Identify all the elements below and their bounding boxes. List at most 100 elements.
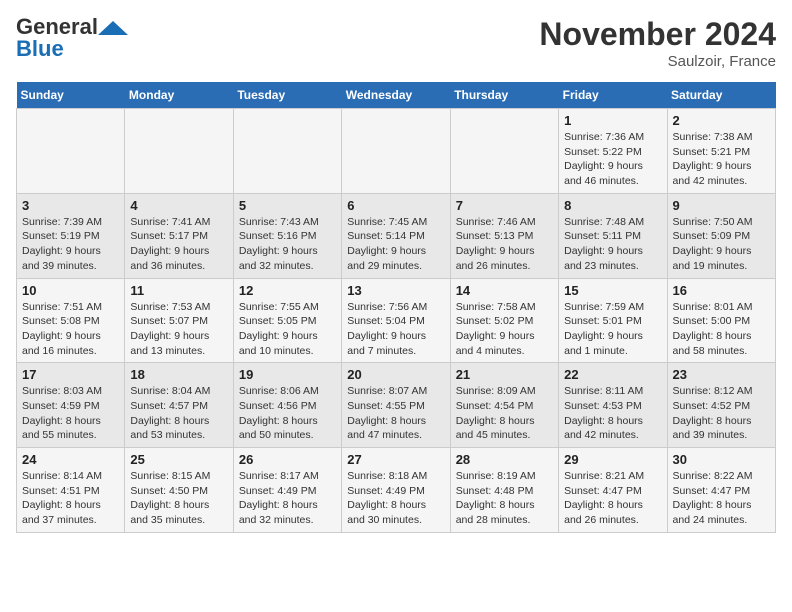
calendar-cell: 14 Sunrise: 7:58 AM Sunset: 5:02 PM Dayli… [450,278,558,363]
day-info: Sunrise: 8:09 AM Sunset: 4:54 PM Dayligh… [456,384,553,443]
day-number: 20 [347,367,444,382]
calendar-cell: 28 Sunrise: 8:19 AM Sunset: 4:48 PM Dayli… [450,448,558,533]
day-number: 10 [22,283,119,298]
calendar-cell: 20Sunrise: 8:07 AM Sunset: 4:55 PM Dayli… [342,363,450,448]
day-number: 24 [22,452,119,467]
logo: General Blue [16,16,128,60]
header-thursday: Thursday [450,82,558,109]
day-number: 27 [347,452,444,467]
calendar-cell [125,109,233,194]
day-info: Sunrise: 8:22 AM Sunset: 4:47 PM Dayligh… [673,469,770,528]
calendar-cell: 27 Sunrise: 8:18 AM Sunset: 4:49 PM Dayli… [342,448,450,533]
day-info: Sunrise: 8:03 AM Sunset: 4:59 PM Dayligh… [22,384,119,443]
day-number: 12 [239,283,336,298]
header-tuesday: Tuesday [233,82,341,109]
calendar-cell: 7 Sunrise: 7:46 AM Sunset: 5:13 PM Daylig… [450,193,558,278]
day-info: Sunrise: 8:04 AM Sunset: 4:57 PM Dayligh… [130,384,227,443]
day-info: Sunrise: 8:15 AM Sunset: 4:50 PM Dayligh… [130,469,227,528]
week-row-2: 10 Sunrise: 7:51 AM Sunset: 5:08 PM Dayli… [17,278,776,363]
week-row-4: 24 Sunrise: 8:14 AM Sunset: 4:51 PM Dayli… [17,448,776,533]
day-number: 13 [347,283,444,298]
calendar-cell: 18Sunrise: 8:04 AM Sunset: 4:57 PM Dayli… [125,363,233,448]
day-number: 8 [564,198,661,213]
day-number: 21 [456,367,553,382]
calendar-cell: 21 Sunrise: 8:09 AM Sunset: 4:54 PM Dayli… [450,363,558,448]
day-info: Sunrise: 7:43 AM Sunset: 5:16 PM Dayligh… [239,215,336,274]
day-info: Sunrise: 8:17 AM Sunset: 4:49 PM Dayligh… [239,469,336,528]
day-info: Sunrise: 7:45 AM Sunset: 5:14 PM Dayligh… [347,215,444,274]
header-wednesday: Wednesday [342,82,450,109]
day-info: Sunrise: 7:58 AM Sunset: 5:02 PM Dayligh… [456,300,553,359]
day-info: Sunrise: 8:06 AM Sunset: 4:56 PM Dayligh… [239,384,336,443]
day-info: Sunrise: 7:51 AM Sunset: 5:08 PM Dayligh… [22,300,119,359]
calendar-table: SundayMondayTuesdayWednesdayThursdayFrid… [16,82,776,533]
day-number: 14 [456,283,553,298]
day-number: 6 [347,198,444,213]
day-number: 16 [673,283,770,298]
calendar-cell: 5 Sunrise: 7:43 AM Sunset: 5:16 PM Daylig… [233,193,341,278]
day-info: Sunrise: 7:41 AM Sunset: 5:17 PM Dayligh… [130,215,227,274]
calendar-cell: 24 Sunrise: 8:14 AM Sunset: 4:51 PM Dayli… [17,448,125,533]
day-info: Sunrise: 8:21 AM Sunset: 4:47 PM Dayligh… [564,469,661,528]
day-number: 7 [456,198,553,213]
title-area: November 2024 Saulzoir, France [539,16,776,70]
calendar-cell: 23 Sunrise: 8:12 AM Sunset: 4:52 PM Dayli… [667,363,775,448]
day-info: Sunrise: 8:01 AM Sunset: 5:00 PM Dayligh… [673,300,770,359]
week-row-0: 1 Sunrise: 7:36 AM Sunset: 5:22 PM Daylig… [17,109,776,194]
header-sunday: Sunday [17,82,125,109]
day-info: Sunrise: 7:38 AM Sunset: 5:21 PM Dayligh… [673,130,770,189]
calendar-cell: 12 Sunrise: 7:55 AM Sunset: 5:05 PM Dayli… [233,278,341,363]
day-info: Sunrise: 8:19 AM Sunset: 4:48 PM Dayligh… [456,469,553,528]
day-number: 28 [456,452,553,467]
day-number: 5 [239,198,336,213]
day-number: 1 [564,113,661,128]
day-number: 26 [239,452,336,467]
calendar-cell: 29 Sunrise: 8:21 AM Sunset: 4:47 PM Dayli… [559,448,667,533]
calendar-cell: 4Sunrise: 7:41 AM Sunset: 5:17 PM Daylig… [125,193,233,278]
calendar-cell: 2 Sunrise: 7:38 AM Sunset: 5:21 PM Daylig… [667,109,775,194]
calendar-cell: 13Sunrise: 7:56 AM Sunset: 5:04 PM Dayli… [342,278,450,363]
day-info: Sunrise: 7:53 AM Sunset: 5:07 PM Dayligh… [130,300,227,359]
location: Saulzoir, France [539,53,776,70]
day-info: Sunrise: 7:39 AM Sunset: 5:19 PM Dayligh… [22,215,119,274]
day-number: 15 [564,283,661,298]
calendar-cell [17,109,125,194]
day-number: 9 [673,198,770,213]
day-number: 29 [564,452,661,467]
page-header: General Blue November 2024 Saulzoir, Fra… [16,16,776,70]
day-info: Sunrise: 7:46 AM Sunset: 5:13 PM Dayligh… [456,215,553,274]
day-number: 17 [22,367,119,382]
header-monday: Monday [125,82,233,109]
calendar-cell: 25 Sunrise: 8:15 AM Sunset: 4:50 PM Dayli… [125,448,233,533]
day-info: Sunrise: 7:36 AM Sunset: 5:22 PM Dayligh… [564,130,661,189]
day-number: 2 [673,113,770,128]
day-info: Sunrise: 8:18 AM Sunset: 4:49 PM Dayligh… [347,469,444,528]
month-title: November 2024 [539,16,776,53]
calendar-header-row: SundayMondayTuesdayWednesdayThursdayFrid… [17,82,776,109]
calendar-cell: 16 Sunrise: 8:01 AM Sunset: 5:00 PM Dayli… [667,278,775,363]
day-info: Sunrise: 8:14 AM Sunset: 4:51 PM Dayligh… [22,469,119,528]
calendar-cell: 6 Sunrise: 7:45 AM Sunset: 5:14 PM Daylig… [342,193,450,278]
calendar-cell [233,109,341,194]
day-number: 25 [130,452,227,467]
header-friday: Friday [559,82,667,109]
day-info: Sunrise: 8:12 AM Sunset: 4:52 PM Dayligh… [673,384,770,443]
day-info: Sunrise: 7:55 AM Sunset: 5:05 PM Dayligh… [239,300,336,359]
calendar-cell: 3 Sunrise: 7:39 AM Sunset: 5:19 PM Daylig… [17,193,125,278]
calendar-cell: 10 Sunrise: 7:51 AM Sunset: 5:08 PM Dayli… [17,278,125,363]
calendar-cell: 30 Sunrise: 8:22 AM Sunset: 4:47 PM Dayli… [667,448,775,533]
day-number: 11 [130,283,227,298]
day-number: 23 [673,367,770,382]
calendar-cell [342,109,450,194]
day-number: 3 [22,198,119,213]
header-saturday: Saturday [667,82,775,109]
calendar-cell: 9Sunrise: 7:50 AM Sunset: 5:09 PM Daylig… [667,193,775,278]
day-number: 22 [564,367,661,382]
calendar-cell: 15 Sunrise: 7:59 AM Sunset: 5:01 PM Dayli… [559,278,667,363]
day-info: Sunrise: 7:48 AM Sunset: 5:11 PM Dayligh… [564,215,661,274]
day-info: Sunrise: 7:59 AM Sunset: 5:01 PM Dayligh… [564,300,661,359]
calendar-cell: 22Sunrise: 8:11 AM Sunset: 4:53 PM Dayli… [559,363,667,448]
calendar-cell: 26 Sunrise: 8:17 AM Sunset: 4:49 PM Dayli… [233,448,341,533]
week-row-1: 3 Sunrise: 7:39 AM Sunset: 5:19 PM Daylig… [17,193,776,278]
day-number: 30 [673,452,770,467]
